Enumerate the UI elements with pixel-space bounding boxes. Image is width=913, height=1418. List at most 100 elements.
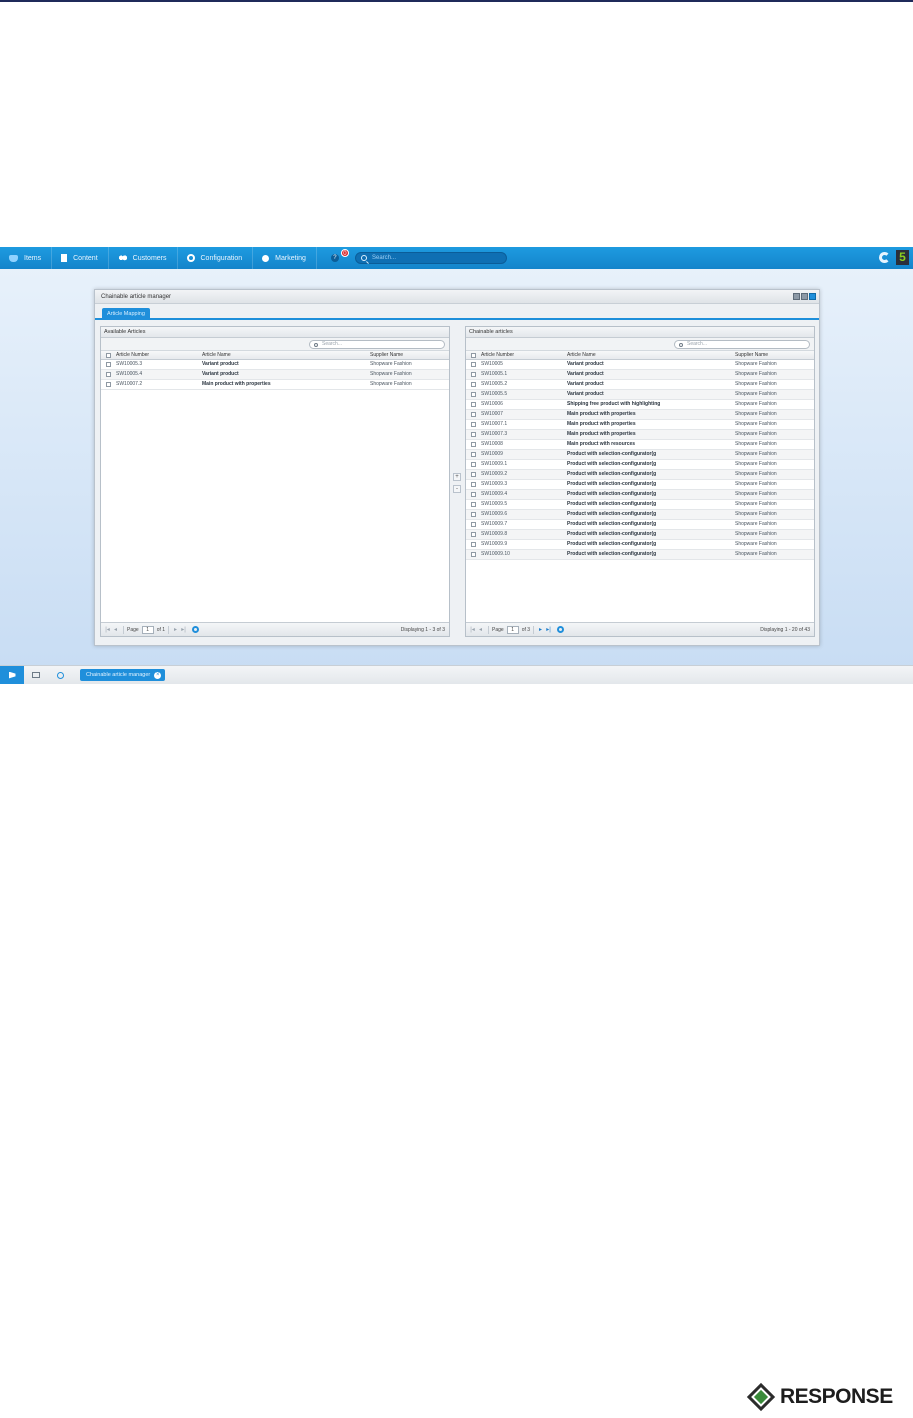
window-switcher-button[interactable] — [24, 666, 48, 685]
table-row[interactable]: SW10005.4 Variant product Shopware Fashion — [101, 370, 449, 380]
checkbox-icon — [470, 472, 476, 477]
column-header[interactable]: Supplier Name — [733, 351, 813, 359]
table-row[interactable]: SW10005 Variant product Shopware Fashion — [466, 360, 814, 370]
table-row[interactable]: SW10007.3 Main product with properties Sho… — [466, 430, 814, 440]
prev-page-icon[interactable]: ◂ — [477, 626, 484, 634]
table-row[interactable]: SW10005.2 Variant product Shopware Fashion — [466, 380, 814, 390]
table-row[interactable]: SW10007 Main product with properties Shopw… — [466, 410, 814, 420]
row-checkbox[interactable] — [466, 500, 480, 509]
minimize-icon[interactable] — [793, 293, 800, 300]
start-button[interactable] — [0, 665, 24, 684]
help-button[interactable]: ? 0 — [317, 247, 349, 269]
table-row[interactable]: SW10009.4 Product with selection-configur… — [466, 490, 814, 500]
table-row[interactable]: SW10009.1 Product with selection-configur… — [466, 460, 814, 470]
refresh-icon[interactable] — [192, 626, 200, 633]
taskbar-window-button[interactable]: Chainable article manager × — [80, 669, 166, 681]
table-row[interactable]: SW10005.1 Variant product Shopware Fashion — [466, 370, 814, 380]
row-checkbox[interactable] — [466, 530, 480, 539]
row-checkbox[interactable] — [466, 470, 480, 479]
row-checkbox[interactable] — [466, 420, 480, 429]
checkbox-icon — [470, 402, 476, 407]
close-icon[interactable]: × — [154, 671, 162, 679]
row-checkbox[interactable] — [466, 430, 480, 439]
table-row[interactable]: SW10009.2 Product with selection-configur… — [466, 470, 814, 480]
table-row[interactable]: SW10005.5 Variant product Shopware Fashion — [466, 390, 814, 400]
next-page-icon[interactable]: ▸ — [172, 626, 179, 634]
menu-marketing[interactable]: Marketing — [253, 247, 317, 269]
table-row[interactable]: SW10009.5 Product with selection-configur… — [466, 500, 814, 510]
row-checkbox[interactable] — [466, 550, 480, 559]
prev-page-icon[interactable]: ◂ — [112, 626, 119, 634]
remove-arrow-button[interactable]: - — [453, 485, 461, 493]
select-all-checkbox[interactable] — [466, 351, 480, 359]
table-row[interactable]: SW10007.1 Main product with properties Sho… — [466, 420, 814, 430]
customers-icon — [117, 254, 127, 262]
column-header[interactable]: Article Number — [115, 351, 200, 359]
menu-customers[interactable]: Customers — [109, 247, 178, 269]
checkbox-icon — [470, 422, 476, 427]
table-row[interactable]: SW10007.2 Main product with properties Sho… — [101, 380, 449, 390]
menu-items[interactable]: Items — [0, 247, 53, 269]
table-row[interactable]: SW10009 Product with selection-configurat… — [466, 450, 814, 460]
menu-configuration[interactable]: Configuration — [178, 247, 254, 269]
chainable-search-input[interactable]: Search... — [674, 340, 810, 349]
table-row[interactable]: SW10009.9 Product with selection-configur… — [466, 540, 814, 550]
row-checkbox[interactable] — [466, 510, 480, 519]
refresh-icon[interactable] — [557, 626, 565, 633]
row-checkbox[interactable] — [466, 410, 480, 419]
table-row[interactable]: SW10009.3 Product with selection-configur… — [466, 480, 814, 490]
checkbox-icon — [470, 492, 476, 497]
row-checkbox[interactable] — [466, 480, 480, 489]
row-checkbox[interactable] — [101, 380, 115, 389]
last-page-icon[interactable]: ▸| — [545, 626, 552, 634]
row-checkbox[interactable] — [466, 360, 480, 369]
close-icon[interactable] — [809, 293, 816, 300]
row-checkbox[interactable] — [101, 360, 115, 369]
table-row[interactable]: SW10006 Shipping free product with highli… — [466, 400, 814, 410]
tab-article-mapping[interactable]: Article Mapping — [102, 308, 150, 320]
row-checkbox[interactable] — [466, 370, 480, 379]
maximize-icon[interactable] — [801, 293, 808, 300]
first-page-icon[interactable]: |◂ — [104, 626, 111, 634]
configuration-icon — [186, 254, 195, 262]
table-row[interactable]: SW10009.8 Product with selection-configur… — [466, 530, 814, 540]
last-page-icon[interactable]: ▸| — [180, 626, 187, 634]
column-header[interactable]: Supplier Name — [368, 351, 448, 359]
row-checkbox[interactable] — [466, 400, 480, 409]
row-checkbox[interactable] — [466, 450, 480, 459]
row-checkbox[interactable] — [466, 460, 480, 469]
table-row[interactable]: SW10009.10 Product with selection-configu… — [466, 550, 814, 560]
first-page-icon[interactable]: |◂ — [469, 626, 476, 634]
next-page-icon[interactable]: ▸ — [537, 626, 544, 634]
window-titlebar[interactable]: Chainable article manager — [95, 290, 819, 304]
row-checkbox[interactable] — [466, 540, 480, 549]
global-search-input[interactable]: Search... — [355, 252, 507, 264]
add-arrow-button[interactable]: + — [453, 473, 461, 481]
article-number: SW10005.4 — [116, 371, 143, 377]
article-name: Product with selection-configurator(g — [567, 501, 657, 507]
page-input[interactable]: 1 — [506, 625, 519, 634]
row-checkbox[interactable] — [466, 380, 480, 389]
column-header[interactable]: Article Number — [480, 351, 565, 359]
table-row[interactable]: SW10009.6 Product with selection-configur… — [466, 510, 814, 520]
separator — [488, 625, 489, 634]
menu-content[interactable]: Content — [52, 247, 109, 269]
table-row[interactable]: SW10005.3 Variant product Shopware Fashion — [101, 360, 449, 370]
row-checkbox[interactable] — [466, 440, 480, 449]
select-all-checkbox[interactable] — [101, 351, 115, 359]
refresh-icon[interactable] — [879, 252, 890, 263]
history-button[interactable] — [48, 666, 72, 685]
column-header[interactable]: Article Name — [565, 351, 733, 359]
row-checkbox[interactable] — [101, 370, 115, 379]
available-search-input[interactable]: Search... — [309, 340, 445, 349]
row-checkbox[interactable] — [466, 520, 480, 529]
page-input[interactable]: 1 — [141, 625, 154, 634]
separator — [123, 625, 124, 634]
row-checkbox[interactable] — [466, 390, 480, 399]
article-number: SW10009.4 — [481, 491, 508, 497]
table-row[interactable]: SW10009.7 Product with selection-configur… — [466, 520, 814, 530]
table-row[interactable]: SW10008 Main product with resources Shopwa… — [466, 440, 814, 450]
column-header[interactable]: Article Name — [200, 351, 368, 359]
article-number: SW10007.3 — [481, 431, 508, 437]
row-checkbox[interactable] — [466, 490, 480, 499]
